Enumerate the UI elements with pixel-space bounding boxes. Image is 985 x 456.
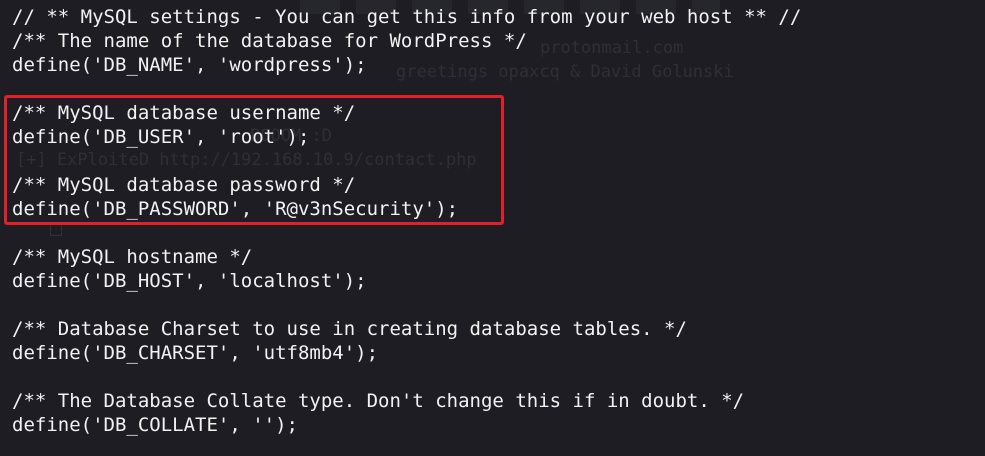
terminal-window: protonmail.com greetings opaxcq & David … bbox=[0, 0, 985, 456]
code-line: define('DB_COLLATE', ''); bbox=[12, 414, 298, 436]
code-line: define('DB_HOST', 'localhost'); bbox=[12, 270, 367, 292]
code-line: // ** MySQL settings - You can get this … bbox=[12, 6, 802, 28]
code-line: /** The Database Collate type. Don't cha… bbox=[12, 390, 745, 412]
code-line: /** MySQL hostname */ bbox=[12, 246, 253, 268]
code-line: define('DB_CHARSET', 'utf8mb4'); bbox=[12, 342, 379, 364]
code-line: define('DB_NAME', 'wordpress'); bbox=[12, 54, 367, 76]
code-line: /** The name of the database for WordPre… bbox=[12, 30, 527, 52]
code-line: /** Database Charset to use in creating … bbox=[12, 318, 687, 340]
credentials-highlight-box bbox=[4, 95, 504, 225]
